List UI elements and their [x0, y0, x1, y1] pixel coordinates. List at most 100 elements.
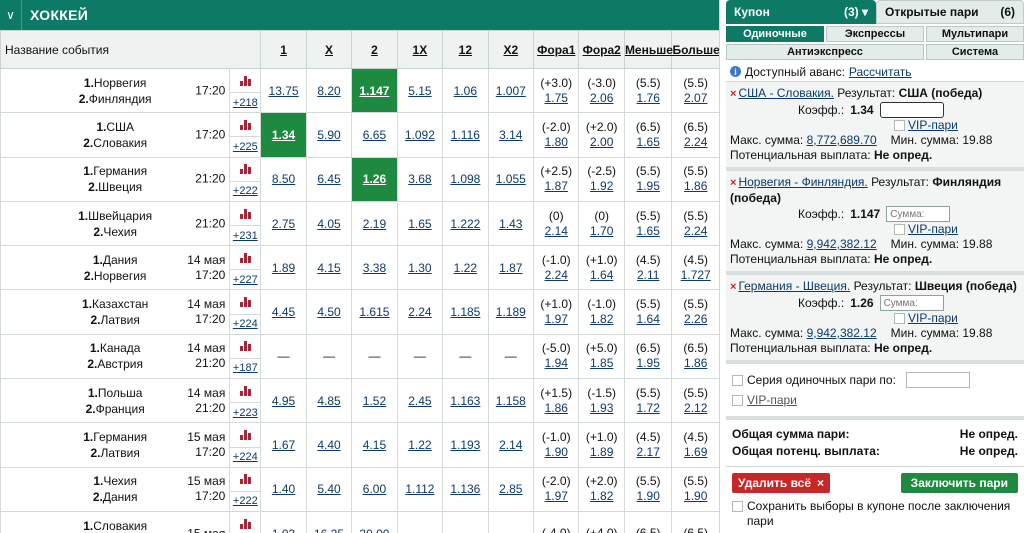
odd-1x[interactable]: 1.30 — [396, 245, 444, 291]
stats-icon[interactable] — [230, 69, 261, 94]
odd-1x[interactable] — [396, 510, 444, 533]
odd-1[interactable]: 1.03 — [260, 510, 307, 533]
odd-x[interactable]: 5.40 — [305, 466, 353, 512]
odd-12[interactable]: 1.193 — [442, 422, 489, 468]
more-markets-link[interactable]: +222 — [230, 492, 260, 511]
odd-12[interactable]: 1.06 — [442, 67, 489, 114]
fora2-cell[interactable]: (+2.0) 1.82 — [578, 466, 625, 512]
event-cell[interactable]: 1.Норвегия 2.Финляндия 17:20 — [0, 67, 231, 114]
fora2-cell[interactable]: (-2.5) 1.92 — [578, 156, 625, 202]
col-odd-2[interactable]: 2 — [351, 30, 398, 69]
fora1-cell[interactable]: (-1.0) 1.90 — [533, 422, 580, 468]
max-sum-link[interactable]: 9,942,382.12 — [807, 237, 877, 251]
odd-12[interactable]: 1.116 — [442, 112, 489, 158]
stats-icon[interactable] — [230, 468, 261, 492]
vip-checkbox[interactable] — [894, 313, 905, 324]
stake-input[interactable] — [879, 102, 944, 118]
odd-x2[interactable]: 1.007 — [487, 67, 535, 114]
fora1-cell[interactable]: (-2.0) 1.80 — [533, 112, 580, 158]
over-cell[interactable]: (5.5) 2.07 — [671, 67, 719, 114]
odd-x2[interactable]: 1.055 — [487, 156, 535, 202]
bet-event-link[interactable]: Германия - Швеция. — [738, 279, 850, 293]
under-cell[interactable]: (5.5) 1.95 — [623, 156, 673, 202]
under-cell[interactable]: (5.5) 1.65 — [623, 200, 673, 247]
event-cell[interactable]: 1.Швейцария 2.Чехия 21:20 — [0, 200, 231, 247]
event-cell[interactable]: 1.Германия 2.Швеция 21:20 — [0, 156, 231, 202]
stats-icon[interactable] — [230, 379, 261, 404]
stats-icon[interactable] — [230, 113, 261, 138]
over-cell[interactable]: (5.5) 1.86 — [671, 156, 719, 202]
remove-bet-icon[interactable]: × — [730, 88, 736, 100]
max-sum-link[interactable]: 9,942,382.12 — [807, 326, 877, 340]
odd-12[interactable]: 1.136 — [442, 466, 489, 512]
stats-icon[interactable] — [230, 246, 261, 271]
odd-2[interactable]: 6.00 — [351, 466, 398, 512]
odd-x[interactable]: 8.20 — [305, 67, 353, 114]
event-cell[interactable]: 1.Казахстан 2.Латвия 14 мая 17:20 — [0, 289, 231, 335]
fora2-cell[interactable]: (0) 1.70 — [578, 200, 625, 247]
more-markets-link[interactable]: +224 — [230, 315, 260, 334]
tab-coupon[interactable]: Купон (3) ▾ — [726, 0, 876, 24]
stats-icon[interactable] — [230, 158, 261, 182]
odd-1x[interactable]: 5.15 — [396, 67, 444, 114]
bet-type-singles[interactable]: Одиночные — [726, 26, 824, 42]
odd-x[interactable]: 4.50 — [305, 289, 353, 335]
vip-checkbox[interactable] — [894, 224, 905, 235]
odd-x[interactable]: 5.90 — [305, 112, 353, 158]
odd-1[interactable]: 1.34 — [260, 112, 307, 158]
under-cell[interactable]: (5.5) 1.64 — [623, 289, 673, 335]
fora1-cell[interactable]: (0) 2.14 — [533, 200, 580, 247]
odd-2[interactable]: 6.65 — [351, 112, 398, 158]
bet-event-link[interactable]: США - Словакия. — [738, 86, 834, 100]
odd-x2[interactable]: 1.43 — [487, 200, 535, 247]
more-markets-link[interactable]: +222 — [230, 182, 260, 201]
odd-x[interactable]: 4.05 — [305, 200, 353, 247]
under-cell[interactable]: (5.5) 1.72 — [623, 378, 673, 424]
odd-x2[interactable]: 2.14 — [487, 422, 535, 468]
over-cell[interactable]: (6.5) 1.86 — [671, 333, 719, 380]
odd-x[interactable]: 4.40 — [305, 422, 353, 468]
col-over[interactable]: Больше — [671, 30, 719, 69]
series-input[interactable] — [905, 372, 970, 388]
stats-icon[interactable] — [230, 424, 261, 448]
odd-x[interactable]: 6.45 — [305, 156, 353, 202]
under-cell[interactable]: (4.5) 2.11 — [623, 245, 673, 291]
col-odd-x[interactable]: X — [305, 30, 353, 69]
stats-icon[interactable] — [230, 335, 261, 359]
odd-x2[interactable] — [487, 510, 535, 533]
under-cell[interactable]: (6.5) — [623, 510, 673, 533]
odd-12[interactable]: 1.163 — [442, 378, 489, 424]
bet-type-express[interactable]: Экспрессы — [826, 26, 924, 42]
under-cell[interactable]: (6.5) 1.95 — [623, 333, 673, 380]
stake-input[interactable] — [879, 295, 944, 311]
col-fora1[interactable]: Фора1 — [533, 30, 580, 69]
col-odd-x2[interactable]: X2 — [487, 30, 535, 69]
odd-1[interactable]: 1.67 — [260, 422, 307, 468]
event-cell[interactable]: 1.Канада 2.Австрия 14 мая 21:20 — [0, 333, 231, 380]
fora2-cell[interactable]: (-1.5) 1.93 — [578, 378, 625, 424]
more-markets-link[interactable]: +218 — [230, 93, 260, 112]
odd-1[interactable]: 1.89 — [260, 245, 307, 291]
stake-input[interactable] — [886, 206, 951, 222]
series-vip-link[interactable]: VIP-пари — [747, 393, 797, 407]
odd-2[interactable]: 2.19 — [351, 200, 398, 247]
more-markets-link[interactable]: +187 — [230, 359, 260, 378]
fora1-cell[interactable]: (-5.0) 1.94 — [533, 333, 580, 380]
odd-2[interactable]: 1.52 — [351, 378, 398, 424]
fora1-cell[interactable]: (-1.0) 2.24 — [533, 245, 580, 291]
fora1-cell[interactable]: (-2.0) 1.97 — [533, 466, 580, 512]
odd-1x[interactable]: 1.092 — [396, 112, 444, 158]
fora2-cell[interactable]: (-3.0) 2.06 — [578, 67, 625, 114]
odd-2[interactable]: 30.00 — [351, 510, 398, 533]
over-cell[interactable]: (4.5) 1.727 — [671, 245, 719, 291]
over-cell[interactable]: (6.5) — [671, 510, 719, 533]
chevron-down-icon[interactable]: ∨ — [0, 0, 22, 30]
stats-icon[interactable] — [230, 202, 261, 227]
vip-checkbox[interactable] — [894, 120, 905, 131]
col-under[interactable]: Меньше — [623, 30, 673, 69]
event-cell[interactable]: 1.Дания 2.Норвегия 14 мая 17:20 — [0, 245, 231, 291]
bet-type-multi[interactable]: Мультипари — [926, 26, 1024, 42]
odd-x2[interactable]: 2.85 — [487, 466, 535, 512]
fora1-cell[interactable]: (+2.5) 1.87 — [533, 156, 580, 202]
under-cell[interactable]: (5.5) 1.76 — [623, 67, 673, 114]
